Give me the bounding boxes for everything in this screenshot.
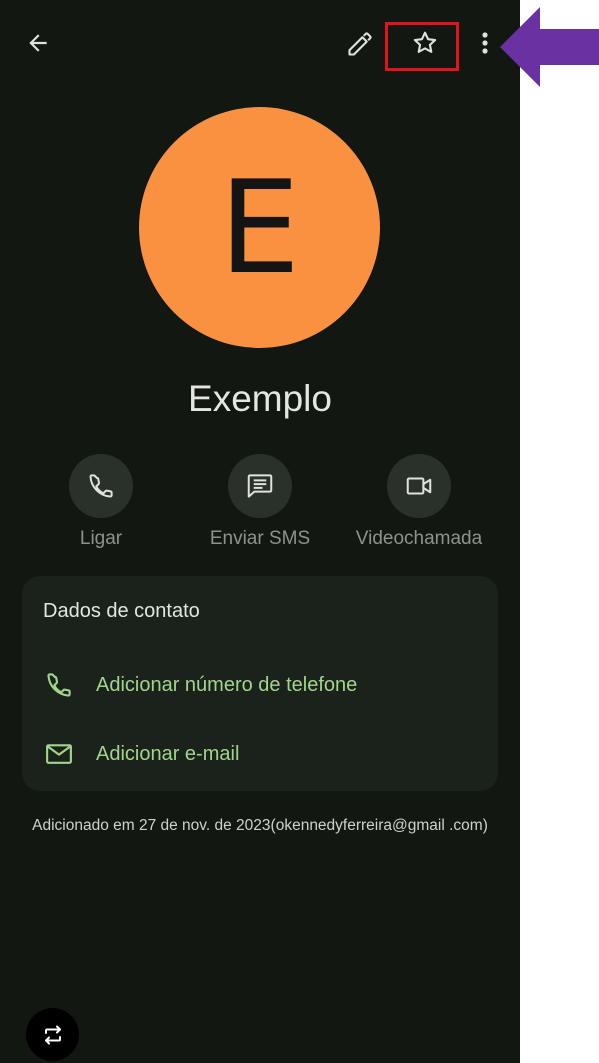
- highlight-box: [385, 22, 459, 71]
- video-call-action-button[interactable]: Videochamada: [329, 454, 509, 554]
- call-action-button[interactable]: Ligar: [11, 454, 191, 554]
- screen-rotate-icon: [44, 1025, 61, 1044]
- avatar-initial: E: [219, 153, 300, 303]
- annotation-arrow-icon: [500, 7, 599, 87]
- back-button[interactable]: [16, 21, 60, 65]
- edit-button[interactable]: [338, 22, 382, 66]
- phone-icon: [47, 673, 71, 697]
- video-call-action-circle: [387, 454, 451, 518]
- call-action-label: Ligar: [79, 528, 123, 549]
- contact-detail-screen: E Exemplo Ligar Enviar SMS Videochamada: [0, 0, 520, 1063]
- mail-icon-wrapper: [42, 737, 76, 771]
- edit-pencil-icon: [348, 32, 372, 56]
- contact-info-title: Dados de contato: [43, 600, 200, 622]
- sms-action-circle: [228, 454, 292, 518]
- contact-avatar[interactable]: E: [139, 107, 380, 348]
- contact-info-card: Dados de contato Adicionar número de tel…: [22, 576, 498, 791]
- phone-icon: [89, 474, 113, 498]
- screen-rotate-button[interactable]: [26, 1008, 79, 1061]
- added-date-note: Adicionado em 27 de nov. de 2023(okenned…: [32, 817, 488, 834]
- contact-name: Exemplo: [188, 378, 332, 419]
- add-email-row[interactable]: Adicionar e-mail: [22, 728, 498, 780]
- add-phone-label: Adicionar número de telefone: [96, 673, 358, 696]
- video-call-action-label: Videochamada: [355, 528, 483, 549]
- phone-icon-wrapper: [42, 668, 76, 702]
- sms-action-label: Enviar SMS: [209, 528, 311, 549]
- back-arrow-icon: [29, 34, 47, 52]
- add-phone-row[interactable]: Adicionar número de telefone: [22, 659, 498, 711]
- add-email-label: Adicionar e-mail: [96, 742, 240, 765]
- more-vert-icon: [482, 32, 488, 54]
- sms-action-button[interactable]: Enviar SMS: [170, 454, 350, 554]
- mail-icon: [46, 744, 72, 764]
- message-icon: [247, 474, 273, 498]
- videocam-icon: [406, 477, 432, 495]
- call-action-circle: [69, 454, 133, 518]
